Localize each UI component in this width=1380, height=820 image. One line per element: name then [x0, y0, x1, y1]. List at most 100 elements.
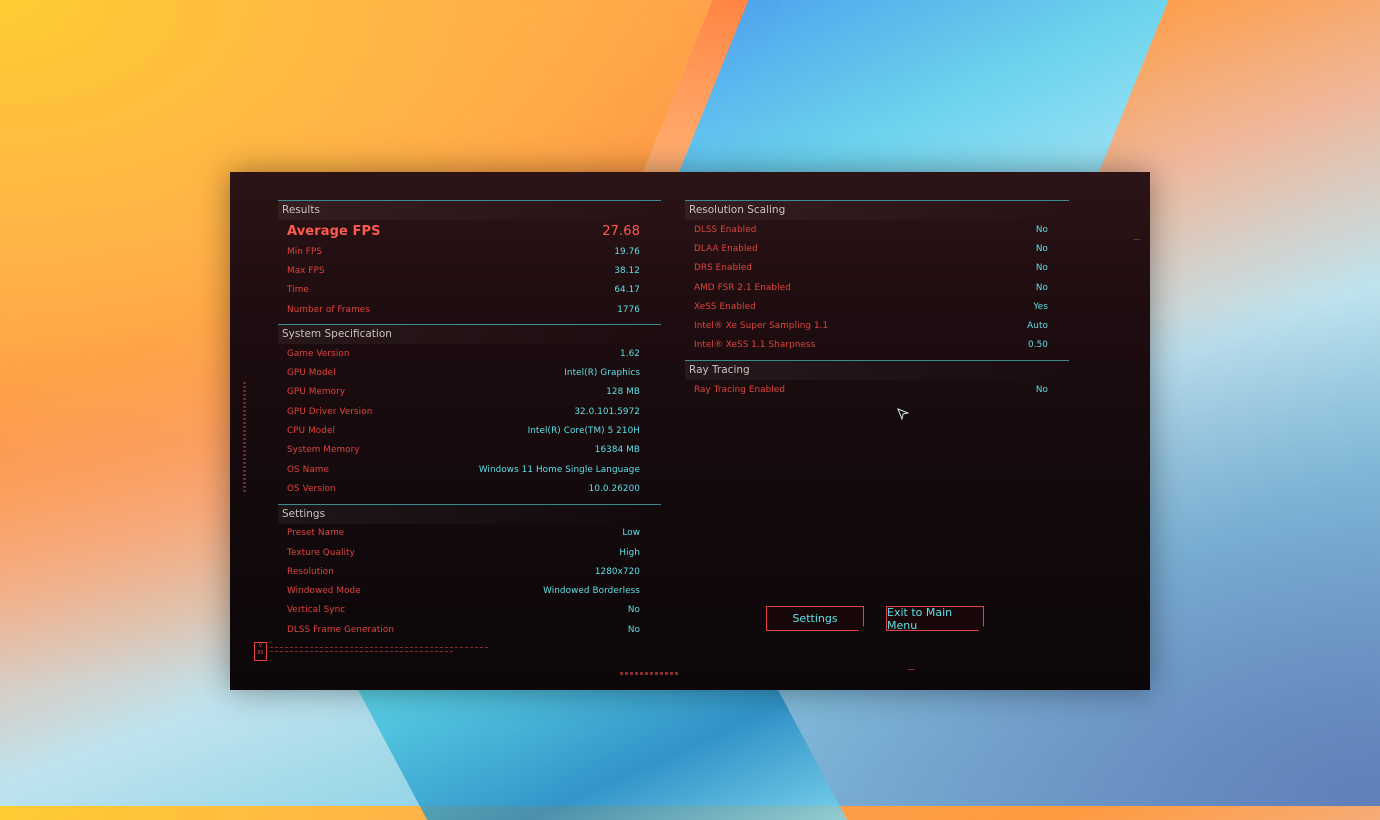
row-value: Yes: [1033, 301, 1048, 312]
results-row: Time 64.17: [278, 281, 661, 300]
row-value: 1280x720: [594, 566, 640, 577]
system-section-title: System Specification: [278, 324, 661, 345]
row-value: 19.76: [614, 246, 640, 257]
row-value: 1776: [617, 304, 640, 315]
row-label: OS Version: [287, 483, 336, 494]
legal-text-line: [270, 647, 490, 648]
row-label: DLSS Enabled: [694, 224, 757, 235]
results-row: Min FPS 19.76: [278, 242, 661, 261]
row-label: AMD FSR 2.1 Enabled: [694, 282, 791, 293]
row-label: XeSS Enabled: [694, 301, 756, 312]
system-row: GPU Driver Version 32.0.101.5972: [278, 402, 661, 421]
row-value: 32.0.101.5972: [574, 406, 640, 417]
row-value: 128 MB: [606, 387, 640, 398]
settings-row: Vertical Sync No: [278, 601, 661, 620]
row-value: Low: [622, 528, 640, 539]
average-fps-value: 27.68: [602, 223, 640, 239]
row-label: Number of Frames: [287, 304, 371, 315]
bottom-footer-marker: [620, 672, 680, 675]
row-label: Max FPS: [287, 265, 325, 276]
row-label: Ray Tracing Enabled: [694, 384, 786, 395]
row-label: GPU Model: [287, 368, 336, 379]
system-row: CPU Model Intel(R) Core(TM) 5 210H: [278, 421, 661, 440]
results-row: Max FPS 38.12: [278, 261, 661, 280]
exit-to-main-menu-button[interactable]: Exit to Main Menu: [886, 606, 984, 631]
settings-section-title: Settings: [278, 503, 661, 524]
average-fps-label: Average FPS: [287, 223, 381, 239]
row-label: Game Version: [287, 348, 350, 359]
row-label: Resolution: [287, 566, 334, 577]
right-panel: Resolution Scaling DLSS Enabled No DLAA E…: [685, 200, 1069, 399]
settings-row: DLSS Frame Generation No: [278, 620, 661, 639]
side-legal-text: [243, 382, 246, 492]
row-value: 64.17: [614, 285, 640, 296]
settings-row: Preset Name Low: [278, 524, 661, 543]
scaling-section-title: Resolution Scaling: [685, 200, 1069, 220]
wallpaper-ribbon-lower: [352, 680, 848, 820]
row-label: Windowed Mode: [287, 586, 361, 597]
row-value: 38.12: [614, 265, 640, 276]
row-label: Vertical Sync: [287, 605, 346, 616]
row-value: Intel(R) Graphics: [564, 368, 640, 379]
row-value: Windows 11 Home Single Language: [478, 464, 640, 475]
row-value: No: [627, 605, 640, 616]
row-value: No: [1035, 282, 1048, 293]
average-fps-row: Average FPS 27.68: [278, 220, 661, 242]
raytracing-section-title: Ray Tracing: [685, 360, 1069, 381]
settings-row: Resolution 1280x720: [278, 562, 661, 581]
system-row: Game Version 1.62: [278, 344, 661, 363]
row-value: Auto: [1027, 321, 1048, 332]
row-label: System Memory: [287, 445, 360, 456]
scaling-row: Intel® Xe Super Sampling 1.1 Auto: [685, 316, 1069, 335]
row-label: DLAA Enabled: [694, 243, 758, 254]
version-badge: V 85: [254, 642, 267, 661]
row-value: 10.0.26200: [588, 483, 640, 494]
left-panel: Results Average FPS 27.68 Min FPS 19.76 M…: [278, 200, 661, 639]
row-value: Windowed Borderless: [543, 586, 640, 597]
row-label: OS Name: [287, 464, 329, 475]
system-row: OS Version 10.0.26200: [278, 479, 661, 498]
settings-row: Windowed Mode Windowed Borderless: [278, 581, 661, 600]
row-label: Preset Name: [287, 528, 345, 539]
scaling-row: Intel® XeSS 1.1 Sharpness 0.50: [685, 336, 1069, 355]
row-value: No: [1035, 243, 1048, 254]
row-label: Min FPS: [287, 246, 323, 257]
benchmark-results-window: Results Average FPS 27.68 Min FPS 19.76 M…: [230, 172, 1150, 690]
row-label: DLSS Frame Generation: [287, 624, 395, 635]
row-label: Intel® Xe Super Sampling 1.1: [694, 321, 829, 332]
scaling-row: DRS Enabled No: [685, 259, 1069, 278]
mouse-cursor-icon: [897, 408, 909, 420]
row-value: No: [1035, 224, 1048, 235]
raytracing-row: Ray Tracing Enabled No: [685, 380, 1069, 399]
row-label: CPU Model: [287, 426, 335, 437]
system-row: GPU Memory 128 MB: [278, 383, 661, 402]
settings-button[interactable]: Settings: [766, 606, 864, 631]
settings-row: Texture Quality High: [278, 543, 661, 562]
row-label: GPU Memory: [287, 387, 346, 398]
corner-marker: [908, 669, 915, 673]
row-label: DRS Enabled: [694, 263, 752, 274]
results-row: Number of Frames 1776: [278, 300, 661, 319]
scaling-row: XeSS Enabled Yes: [685, 297, 1069, 316]
legal-text-line: [270, 651, 455, 652]
row-value: No: [627, 624, 640, 635]
row-value: 0.50: [1028, 340, 1048, 351]
edge-marker: [1133, 239, 1140, 240]
row-label: Intel® XeSS 1.1 Sharpness: [694, 340, 816, 351]
system-row: GPU Model Intel(R) Graphics: [278, 363, 661, 382]
scaling-row: AMD FSR 2.1 Enabled No: [685, 278, 1069, 297]
scaling-row: DLSS Enabled No: [685, 220, 1069, 239]
scaling-row: DLAA Enabled No: [685, 239, 1069, 258]
row-value: Intel(R) Core(TM) 5 210H: [527, 426, 640, 437]
row-value: 1.62: [620, 348, 640, 359]
row-label: Time: [287, 285, 309, 296]
row-label: Texture Quality: [287, 547, 355, 558]
system-row: System Memory 16384 MB: [278, 441, 661, 460]
row-label: GPU Driver Version: [287, 406, 373, 417]
row-value: No: [1035, 384, 1048, 395]
row-value: High: [619, 547, 640, 558]
row-value: No: [1035, 263, 1048, 274]
results-section-title: Results: [278, 200, 661, 220]
row-value: 16384 MB: [594, 445, 640, 456]
system-row: OS Name Windows 11 Home Single Language: [278, 460, 661, 479]
